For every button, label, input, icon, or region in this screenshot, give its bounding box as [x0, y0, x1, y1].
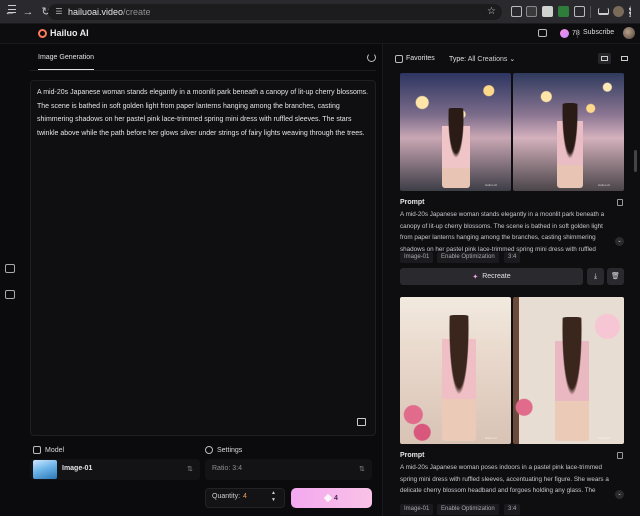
chevron-down-icon: ⌄: [509, 56, 516, 63]
generate-cost: 4: [334, 494, 338, 502]
image-upload-icon[interactable]: [357, 418, 366, 426]
type-label: Type:: [449, 56, 467, 63]
extension-icon[interactable]: [542, 6, 553, 17]
generated-image[interactable]: Hailuo AI: [513, 73, 624, 191]
quantity-label: Quantity:: [212, 493, 241, 500]
prompt-heading: Prompt: [400, 452, 425, 459]
ratio-value: Ratio: 3:4: [212, 465, 242, 472]
extension-icon[interactable]: [526, 6, 537, 17]
model-thumbnail: [33, 460, 57, 479]
tag-optimization: Enable Optimization: [437, 504, 499, 515]
recreate-button[interactable]: ✦ Recreate: [400, 268, 583, 285]
quantity-value[interactable]: 4: [243, 493, 247, 500]
watermark: Hailuo AI: [597, 436, 610, 440]
copy-icon[interactable]: [617, 452, 623, 459]
swap-icon[interactable]: ⇅: [359, 465, 365, 473]
profile-avatar[interactable]: [613, 6, 624, 17]
swap-icon[interactable]: ⇅: [187, 465, 193, 473]
generate-button[interactable]: 4: [291, 488, 372, 508]
type-value: All Creations: [467, 56, 508, 63]
card-prompt-text: A mid-20s Japanese woman stands elegantl…: [400, 211, 605, 253]
quantity-stepper[interactable]: ▲ ▼: [271, 490, 276, 504]
favorites-checkbox[interactable]: [395, 55, 403, 63]
model-label: Model: [45, 446, 65, 454]
brand-name[interactable]: Hailuo AI: [50, 28, 89, 38]
tab-image-generation[interactable]: Image Generation: [38, 54, 94, 61]
forward-icon[interactable]: →: [21, 5, 35, 19]
logo-icon[interactable]: [38, 29, 47, 38]
reset-icon[interactable]: [367, 53, 376, 62]
settings-label: Settings: [217, 446, 243, 454]
toolbar-divider: [590, 6, 591, 18]
type-filter[interactable]: Type: All Creations ⌄: [449, 55, 515, 63]
video-create-icon[interactable]: [5, 264, 15, 273]
generated-image[interactable]: Hailuo AI: [400, 297, 511, 444]
browser-menu-icon[interactable]: [629, 6, 632, 17]
tag-model: Image-01: [400, 252, 434, 263]
scrollbar[interactable]: [634, 150, 637, 172]
url-text: hailuoai.video/create: [68, 7, 151, 17]
header-divider: [577, 29, 578, 38]
browser-toolbar: ← → ↻ ☰ hailuoai.video/create ☆: [0, 0, 640, 24]
tab-divider: [30, 70, 376, 71]
sparkle-icon: ✦: [472, 273, 479, 281]
prompt-text[interactable]: A mid-20s Japanese woman stands elegantl…: [37, 86, 371, 140]
model-section-label: Model: [33, 446, 64, 454]
delete-button[interactable]: 🗑: [607, 268, 624, 285]
tag-ratio: 3:4: [504, 504, 521, 515]
grid-view-button[interactable]: [598, 53, 611, 64]
address-bar[interactable]: ☰ hailuoai.video/create ☆: [48, 4, 502, 20]
tag-model: Image-01: [400, 504, 434, 515]
extensions-puzzle-icon[interactable]: [574, 6, 585, 17]
extension-icon[interactable]: [558, 6, 569, 17]
extension-icon[interactable]: [511, 6, 522, 17]
generated-image[interactable]: Hailuo AI: [513, 297, 624, 444]
model-name: Image-01: [62, 465, 93, 472]
menu-icon[interactable]: [8, 5, 16, 13]
tag-ratio: 3:4: [504, 252, 521, 263]
gear-icon: [205, 446, 213, 454]
favorites-label[interactable]: Favorites: [406, 55, 435, 62]
list-view-button[interactable]: [618, 53, 631, 64]
list-icon: [621, 56, 628, 61]
copy-icon[interactable]: [617, 199, 623, 206]
subscribe-button[interactable]: Subscribe: [583, 29, 614, 36]
settings-section-label: Settings: [205, 446, 242, 454]
grid-icon: [601, 56, 608, 61]
credits-count: 78: [572, 30, 580, 37]
card-prompt-text: A mid-20s Japanese woman poses indoors i…: [400, 464, 609, 494]
bookmark-star-icon[interactable]: ☆: [487, 6, 496, 17]
prompt-heading: Prompt: [400, 199, 425, 206]
generated-image[interactable]: Hailuo AI: [400, 73, 511, 191]
gift-icon[interactable]: [538, 29, 547, 37]
expand-chevron-icon[interactable]: ⌄: [615, 237, 624, 246]
image-create-icon[interactable]: [5, 290, 15, 299]
cube-icon: [33, 446, 41, 454]
credits-gem-icon: [560, 29, 569, 38]
watermark: Hailuo AI: [597, 183, 610, 187]
download-icon[interactable]: [598, 8, 609, 15]
credits-gem-icon: [323, 493, 333, 503]
expand-chevron-icon[interactable]: ⌄: [615, 490, 624, 499]
tag-optimization: Enable Optimization: [437, 252, 499, 263]
site-settings-icon[interactable]: ☰: [53, 6, 65, 18]
watermark: Hailuo AI: [484, 436, 497, 440]
watermark: Hailuo AI: [484, 183, 497, 187]
user-avatar[interactable]: [623, 27, 635, 39]
recreate-label: Recreate: [482, 273, 511, 280]
download-button[interactable]: ⤓: [587, 268, 604, 285]
